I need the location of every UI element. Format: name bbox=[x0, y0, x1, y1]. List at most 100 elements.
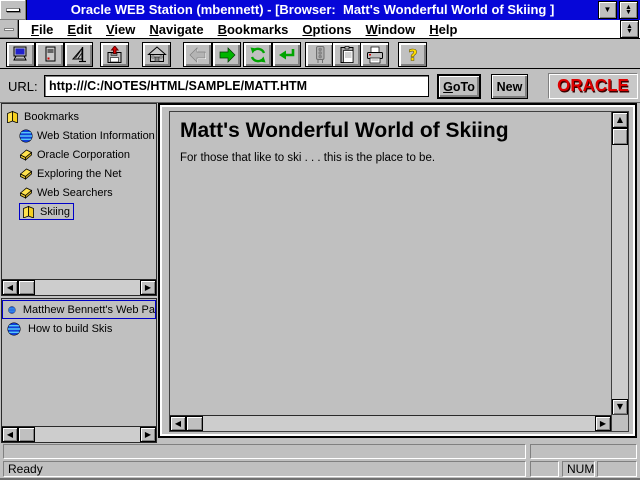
down-arrow-icon: ▼ bbox=[626, 29, 633, 34]
globe-icon bbox=[19, 129, 33, 143]
menu-help[interactable]: Help bbox=[422, 22, 464, 37]
menu-view[interactable]: View bbox=[99, 22, 142, 37]
menu-window[interactable]: Window bbox=[359, 22, 423, 37]
scroll-down-button[interactable]: ▼ bbox=[612, 399, 628, 415]
info-panel-left bbox=[3, 444, 526, 459]
scroll-left-button[interactable]: ◀ bbox=[170, 416, 186, 431]
traffic-light-icon bbox=[310, 46, 330, 64]
help-button[interactable]: ? bbox=[398, 42, 427, 67]
back-arrow-icon bbox=[188, 46, 208, 64]
scroll-left-button[interactable]: ◀ bbox=[2, 280, 18, 295]
flag-button[interactable] bbox=[64, 42, 93, 67]
paste-button[interactable] bbox=[332, 42, 361, 67]
scroll-thumb[interactable] bbox=[18, 427, 35, 442]
scroll-thumb[interactable] bbox=[186, 416, 203, 431]
reload-button[interactable] bbox=[243, 42, 272, 67]
bookmarks-tree: Bookmarks Web Station Information bbox=[2, 104, 156, 279]
save-upload-icon bbox=[105, 46, 125, 64]
url-input[interactable] bbox=[44, 75, 429, 97]
bookmark-item-exploring-the-net[interactable]: Exploring the Net bbox=[19, 164, 156, 183]
home-button[interactable] bbox=[142, 42, 171, 67]
goto-button[interactable]: GoTo bbox=[437, 74, 481, 99]
return-arrow-icon bbox=[277, 46, 297, 64]
forward-button[interactable] bbox=[212, 42, 241, 67]
stop-button[interactable] bbox=[305, 42, 334, 67]
window-title: Oracle WEB Station (mbennett) - [Browser… bbox=[27, 0, 598, 20]
server-icon bbox=[40, 46, 60, 64]
view-source-button[interactable] bbox=[6, 42, 35, 67]
bookmark-item-web-station-information[interactable]: Web Station Information bbox=[19, 126, 156, 145]
menu-options[interactable]: Options bbox=[295, 22, 358, 37]
print-button[interactable] bbox=[360, 42, 389, 67]
scroll-thumb[interactable] bbox=[18, 280, 35, 295]
scroll-track[interactable] bbox=[612, 145, 628, 399]
scroll-left-button[interactable]: ◀ bbox=[2, 427, 18, 442]
oracle-logo-panel: ORACLE bbox=[548, 73, 638, 99]
page-links-list: Matthew Bennett's Web Pa How to build Sk… bbox=[2, 299, 156, 426]
reload-icon bbox=[248, 46, 268, 64]
help-question-icon: ? bbox=[403, 46, 423, 64]
bookmarks-horizontal-scrollbar[interactable]: ◀ ▶ bbox=[2, 279, 156, 295]
bookmark-item-oracle-corporation[interactable]: Oracle Corporation bbox=[19, 145, 156, 164]
menu-edit[interactable]: Edit bbox=[60, 22, 99, 37]
browser-frame: Matt's Wonderful World of Skiing For tho… bbox=[158, 103, 637, 438]
scroll-up-button[interactable]: ▲ bbox=[612, 112, 628, 128]
window-control-menu-button[interactable] bbox=[0, 0, 27, 20]
bookmark-item-web-searchers[interactable]: Web Searchers bbox=[19, 183, 156, 202]
status-cell-empty-2 bbox=[597, 461, 637, 477]
document-vertical-scrollbar[interactable]: ▲ ▼ bbox=[611, 112, 628, 415]
url-label: URL: bbox=[8, 79, 38, 94]
menu-navigate[interactable]: Navigate bbox=[142, 22, 210, 37]
scroll-track[interactable] bbox=[203, 416, 595, 431]
menu-bar: File Edit View Navigate Bookmarks Option… bbox=[0, 20, 640, 39]
printer-icon bbox=[365, 46, 385, 64]
scroll-right-button[interactable]: ▶ bbox=[140, 280, 156, 295]
scroll-track[interactable] bbox=[35, 427, 140, 442]
oracle-logo: ORACLE bbox=[557, 76, 629, 97]
home-icon bbox=[147, 46, 167, 64]
link-item-how-to-build-skis[interactable]: How to build Skis bbox=[2, 319, 156, 338]
page-links-panel: Matthew Bennett's Web Pa How to build Sk… bbox=[1, 298, 157, 443]
toolbar: ? bbox=[0, 40, 640, 69]
scroll-track[interactable] bbox=[35, 280, 140, 295]
return-button[interactable] bbox=[272, 42, 301, 67]
back-button[interactable] bbox=[183, 42, 212, 67]
control-menu-dash-icon bbox=[6, 8, 20, 12]
new-button[interactable]: New bbox=[491, 74, 528, 99]
scroll-right-button[interactable]: ▶ bbox=[595, 416, 611, 431]
forward-arrow-icon bbox=[217, 46, 237, 64]
menu-bookmarks[interactable]: Bookmarks bbox=[211, 22, 296, 37]
address-bar: URL: GoTo New ORACLE bbox=[0, 70, 640, 103]
restore-button[interactable]: ▲ ▼ bbox=[619, 1, 638, 19]
menu-items: File Edit View Navigate Bookmarks Option… bbox=[24, 22, 464, 37]
server-button[interactable] bbox=[35, 42, 64, 67]
minimize-button[interactable]: ▼ bbox=[598, 1, 617, 19]
globe-icon bbox=[8, 303, 16, 317]
closed-book-icon bbox=[19, 167, 33, 180]
title-bar: Oracle WEB Station (mbennett) - [Browser… bbox=[0, 0, 640, 20]
scroll-right-button[interactable]: ▶ bbox=[140, 427, 156, 442]
selected-bookmark: Skiing bbox=[19, 203, 74, 220]
links-horizontal-scrollbar[interactable]: ◀ ▶ bbox=[2, 426, 156, 442]
open-book-icon bbox=[21, 205, 36, 218]
document-horizontal-scrollbar[interactable]: ◀ ▶ bbox=[170, 415, 611, 431]
document-content: Matt's Wonderful World of Skiing For tho… bbox=[170, 112, 611, 414]
document-panel: Matt's Wonderful World of Skiing For tho… bbox=[169, 111, 629, 432]
menu-file[interactable]: File bbox=[24, 22, 60, 37]
status-message: Ready bbox=[3, 461, 526, 477]
bookmark-root[interactable]: Bookmarks bbox=[2, 107, 156, 126]
child-window-control-menu-button[interactable] bbox=[0, 20, 19, 38]
child-window-restore-button[interactable]: ▲ ▼ bbox=[620, 20, 639, 38]
page-paragraph: For those that like to ski . . . this is… bbox=[180, 152, 601, 164]
bookmark-item-skiing[interactable]: Skiing bbox=[19, 202, 156, 221]
oracle-web-station-window: Oracle WEB Station (mbennett) - [Browser… bbox=[0, 0, 640, 480]
open-file-button[interactable] bbox=[100, 42, 129, 67]
scrollbar-corner bbox=[611, 414, 628, 431]
flag-icon bbox=[69, 46, 89, 64]
scroll-thumb[interactable] bbox=[612, 128, 628, 145]
clipboard-icon bbox=[337, 46, 357, 64]
num-lock-indicator: NUM bbox=[562, 461, 595, 477]
link-item-matthew-bennetts-web-page[interactable]: Matthew Bennett's Web Pa bbox=[2, 300, 156, 319]
control-menu-dash-icon bbox=[4, 28, 14, 31]
info-panel-right bbox=[530, 444, 637, 459]
